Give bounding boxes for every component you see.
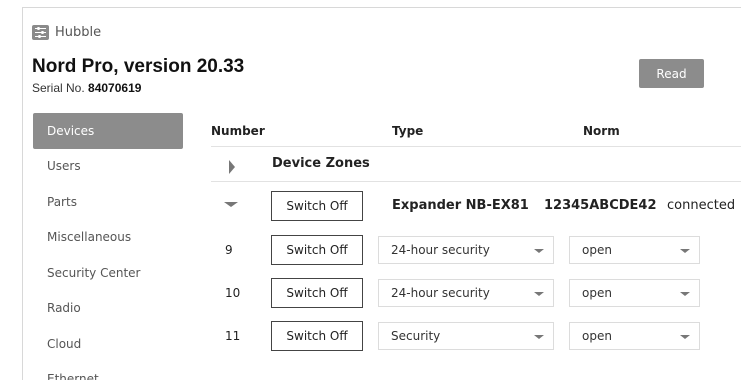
- switch-off-button[interactable]: Switch Off: [271, 321, 363, 351]
- chevron-down-icon[interactable]: [224, 202, 238, 207]
- switch-off-button[interactable]: Switch Off: [271, 191, 363, 221]
- table-row: 11 Switch Off Security open: [211, 315, 741, 358]
- type-select[interactable]: 24-hour security: [378, 236, 554, 264]
- type-select-value: Security: [391, 329, 441, 343]
- serial-value: 84070619: [88, 81, 142, 95]
- column-number: Number: [211, 124, 265, 138]
- norm-select[interactable]: open: [569, 236, 700, 264]
- table-row: 10 Switch Off 24-hour security open: [211, 272, 741, 315]
- sidebar-item-devices[interactable]: Devices: [33, 113, 183, 149]
- norm-select-value: open: [582, 243, 612, 257]
- page-title: Nord Pro, version 20.33: [32, 56, 245, 77]
- chevron-down-icon: [534, 335, 544, 339]
- norm-select[interactable]: open: [569, 279, 700, 307]
- expander-row: Switch Off Expander NB-EX81 12345ABCDE42…: [211, 182, 741, 229]
- zone-number: 11: [225, 329, 241, 343]
- group-label: Device Zones: [272, 156, 370, 171]
- switch-off-button[interactable]: Switch Off: [271, 235, 363, 265]
- app-frame: Hubble Nord Pro, version 20.33 Serial No…: [22, 7, 741, 380]
- norm-select-value: open: [582, 286, 612, 300]
- chevron-down-icon: [680, 335, 690, 339]
- type-select-value: 24-hour security: [391, 286, 490, 300]
- zone-number: 10: [225, 286, 241, 300]
- table-row: 9 Switch Off 24-hour security open: [211, 229, 741, 272]
- norm-select[interactable]: open: [569, 322, 700, 350]
- read-button[interactable]: Read: [639, 59, 704, 88]
- app-name: Hubble: [55, 25, 102, 40]
- norm-select-value: open: [582, 329, 612, 343]
- sidebar-item-users[interactable]: Users: [33, 149, 183, 185]
- devices-table: Number Type Norm Device Zones Switch Off…: [211, 113, 741, 358]
- sidebar-item-radio[interactable]: Radio: [33, 291, 183, 327]
- type-select[interactable]: 24-hour security: [378, 279, 554, 307]
- sidebar-item-parts[interactable]: Parts: [33, 184, 183, 220]
- column-norm: Norm: [583, 124, 620, 138]
- type-select-value: 24-hour security: [391, 243, 490, 257]
- chevron-down-icon: [680, 292, 690, 296]
- chevron-down-icon: [534, 292, 544, 296]
- sidebar-item-ethernet[interactable]: Ethernet: [33, 362, 183, 380]
- chevron-right-icon[interactable]: [229, 160, 235, 174]
- expander-status: connected: [667, 198, 736, 213]
- switch-off-button[interactable]: Switch Off: [271, 278, 363, 308]
- type-select[interactable]: Security: [378, 322, 554, 350]
- serial-number: Serial No. 84070619: [32, 81, 141, 95]
- sidebar-item-cloud[interactable]: Cloud: [33, 326, 183, 362]
- column-type: Type: [392, 124, 424, 138]
- app-header: Hubble: [32, 25, 101, 40]
- serial-label: Serial No.: [32, 81, 85, 95]
- settings-sliders-icon: [32, 25, 49, 40]
- expander-id: 12345ABCDE42: [544, 198, 657, 213]
- expander-name: Expander NB-EX81: [392, 198, 529, 213]
- zone-number: 9: [225, 243, 233, 257]
- sidebar: Devices Users Parts Miscellaneous Securi…: [33, 113, 183, 380]
- sidebar-item-miscellaneous[interactable]: Miscellaneous: [33, 220, 183, 256]
- group-row-device-zones[interactable]: Device Zones: [211, 147, 741, 182]
- chevron-down-icon: [680, 249, 690, 253]
- chevron-down-icon: [534, 249, 544, 253]
- table-header: Number Type Norm: [211, 113, 741, 147]
- sidebar-item-security-center[interactable]: Security Center: [33, 255, 183, 291]
